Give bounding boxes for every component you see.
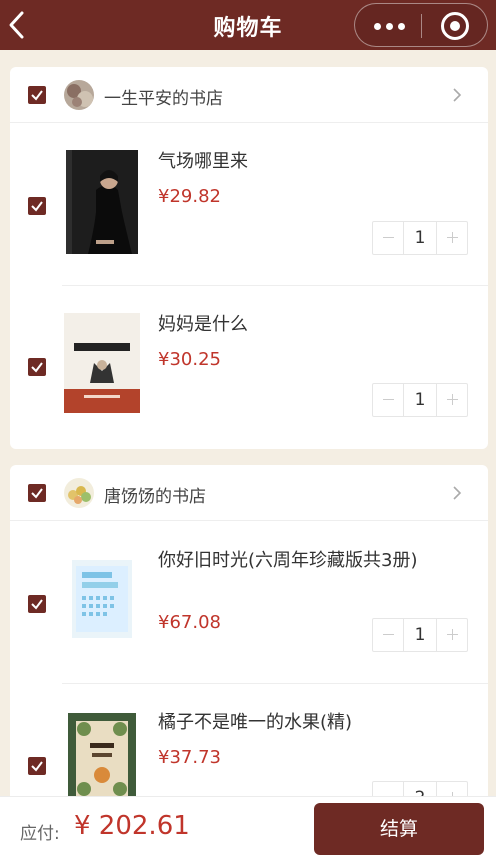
- shop-header[interactable]: 唐饧饧的书店: [10, 465, 488, 521]
- item-title: 你好旧时光(六周年珍藏版共3册): [158, 550, 418, 571]
- item-price: ¥37.73: [158, 747, 221, 768]
- item-price: ¥67.08: [158, 612, 221, 633]
- shop-card: 一生平安的书店 气场哪里来 ¥29.82 1 妈妈是什么 ¥30.25 1: [10, 67, 488, 449]
- cart-item: 气场哪里来 ¥29.82 1: [10, 124, 488, 286]
- divider: [62, 683, 488, 684]
- check-icon: [31, 201, 43, 212]
- item-checkbox[interactable]: [28, 595, 46, 613]
- item-checkbox[interactable]: [28, 197, 46, 215]
- checkout-bar: 应付: ¥ 202.61 结算: [0, 796, 496, 860]
- shop-name: 一生平安的书店: [104, 89, 223, 109]
- decrease-button[interactable]: [373, 384, 403, 416]
- book-cover[interactable]: [66, 150, 138, 254]
- checkout-button[interactable]: 结算: [314, 803, 484, 855]
- cart-item: 你好旧时光(六周年珍藏版共3册) ¥67.08 1: [10, 522, 488, 684]
- book-cover[interactable]: [68, 713, 136, 805]
- quantity-value[interactable]: 1: [403, 619, 437, 651]
- dot-icon: [397, 22, 405, 30]
- capsule-divider: [421, 14, 422, 38]
- increase-button[interactable]: [437, 222, 467, 254]
- shop-header[interactable]: 一生平安的书店: [10, 67, 488, 123]
- shop-avatar: [64, 478, 94, 508]
- book-cover[interactable]: [64, 313, 140, 413]
- item-title: 妈妈是什么: [158, 314, 248, 335]
- increase-button[interactable]: [437, 384, 467, 416]
- shop-checkbox[interactable]: [28, 86, 46, 104]
- nav-bar: 购物车: [0, 0, 496, 50]
- quantity-stepper: 1: [372, 383, 468, 417]
- decrease-button[interactable]: [373, 222, 403, 254]
- chevron-right-icon[interactable]: [452, 485, 462, 501]
- check-icon: [31, 488, 43, 499]
- quantity-value[interactable]: 1: [403, 222, 437, 254]
- dot-icon: [385, 22, 393, 30]
- total-amount: ¥ 202.61: [74, 811, 190, 841]
- divider: [62, 285, 488, 286]
- pay-label: 应付:: [20, 824, 60, 844]
- item-checkbox[interactable]: [28, 757, 46, 775]
- shop-avatar: [64, 80, 94, 110]
- decrease-button[interactable]: [373, 619, 403, 651]
- shop-card: 唐饧饧的书店 你好旧时光(六周年珍藏版共3册) ¥67.08 1 橘子不是唯一的…: [10, 465, 488, 815]
- miniprogram-capsule: [354, 3, 488, 47]
- shop-name: 唐饧饧的书店: [104, 487, 206, 507]
- shop-checkbox[interactable]: [28, 484, 46, 502]
- check-icon: [31, 362, 43, 373]
- cart-item: 妈妈是什么 ¥30.25 1: [10, 287, 488, 449]
- check-icon: [31, 599, 43, 610]
- increase-button[interactable]: [437, 619, 467, 651]
- item-checkbox[interactable]: [28, 358, 46, 376]
- quantity-value[interactable]: 1: [403, 384, 437, 416]
- item-title: 橘子不是唯一的水果(精): [158, 712, 353, 733]
- chevron-right-icon[interactable]: [452, 87, 462, 103]
- check-icon: [31, 761, 43, 772]
- item-price: ¥30.25: [158, 349, 221, 370]
- book-cover[interactable]: [72, 560, 132, 638]
- check-icon: [31, 90, 43, 101]
- quantity-stepper: 1: [372, 618, 468, 652]
- more-button[interactable]: [371, 14, 407, 38]
- dot-icon: [373, 22, 381, 30]
- item-title: 气场哪里来: [158, 151, 248, 172]
- quantity-stepper: 1: [372, 221, 468, 255]
- close-target-button[interactable]: [441, 12, 469, 40]
- item-price: ¥29.82: [158, 186, 221, 207]
